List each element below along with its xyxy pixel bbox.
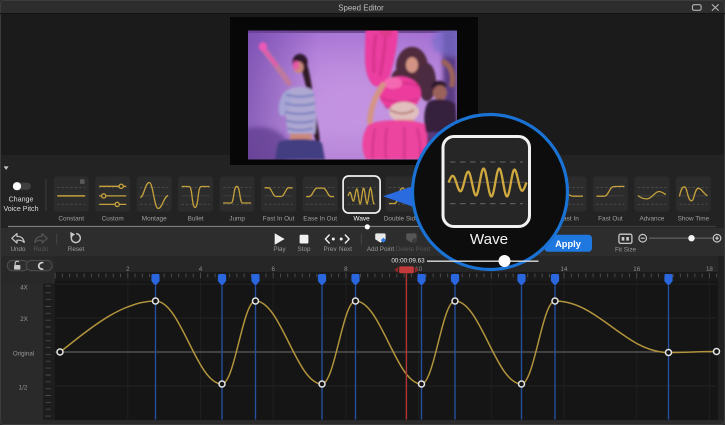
svg-text:Undo: Undo — [10, 246, 26, 253]
svg-text:Delete Point: Delete Point — [396, 246, 431, 253]
svg-text:Constant: Constant — [58, 216, 84, 223]
svg-text:14: 14 — [561, 266, 568, 273]
svg-text:Wave: Wave — [354, 216, 371, 223]
svg-text:Show Time: Show Time — [678, 216, 710, 223]
svg-text:Next: Next — [339, 246, 352, 253]
svg-text:16: 16 — [633, 266, 640, 273]
svg-text:Redo: Redo — [33, 246, 49, 253]
svg-text:Advance: Advance — [639, 216, 664, 223]
svg-text:Ease In Out: Ease In Out — [303, 216, 337, 223]
svg-text:Wave: Wave — [470, 231, 508, 248]
svg-text:Jump: Jump — [229, 216, 245, 223]
svg-text:Speed Editor: Speed Editor — [338, 3, 384, 12]
svg-text:Apply: Apply — [555, 239, 582, 249]
svg-text:Fast Out: Fast Out — [598, 216, 623, 223]
svg-text:18: 18 — [706, 266, 713, 273]
svg-text:Play: Play — [273, 246, 286, 253]
svg-text:Reset: Reset — [68, 246, 85, 253]
svg-text:Fit Size: Fit Size — [615, 247, 636, 254]
svg-text:00:00:09.63: 00:00:09.63 — [391, 258, 425, 265]
svg-text:8: 8 — [344, 266, 348, 273]
svg-text:Stop: Stop — [298, 246, 311, 253]
svg-text:Add Point: Add Point — [367, 246, 395, 253]
svg-text:Bullet: Bullet — [188, 216, 204, 223]
svg-text:Original: Original — [13, 350, 34, 357]
svg-text:2: 2 — [126, 266, 130, 273]
svg-text:4: 4 — [199, 266, 203, 273]
svg-text:Prev: Prev — [324, 246, 338, 253]
svg-text:Montage: Montage — [142, 216, 167, 223]
svg-text:Fast In Out: Fast In Out — [263, 216, 295, 223]
svg-text:Custom: Custom — [102, 216, 124, 223]
svg-text:1/2: 1/2 — [19, 384, 28, 391]
svg-text:6: 6 — [271, 266, 275, 273]
svg-text:Voice Pitch: Voice Pitch — [3, 205, 38, 213]
svg-text:2X: 2X — [20, 316, 28, 323]
svg-text:4X: 4X — [20, 285, 28, 292]
svg-text:Change: Change — [9, 195, 34, 203]
